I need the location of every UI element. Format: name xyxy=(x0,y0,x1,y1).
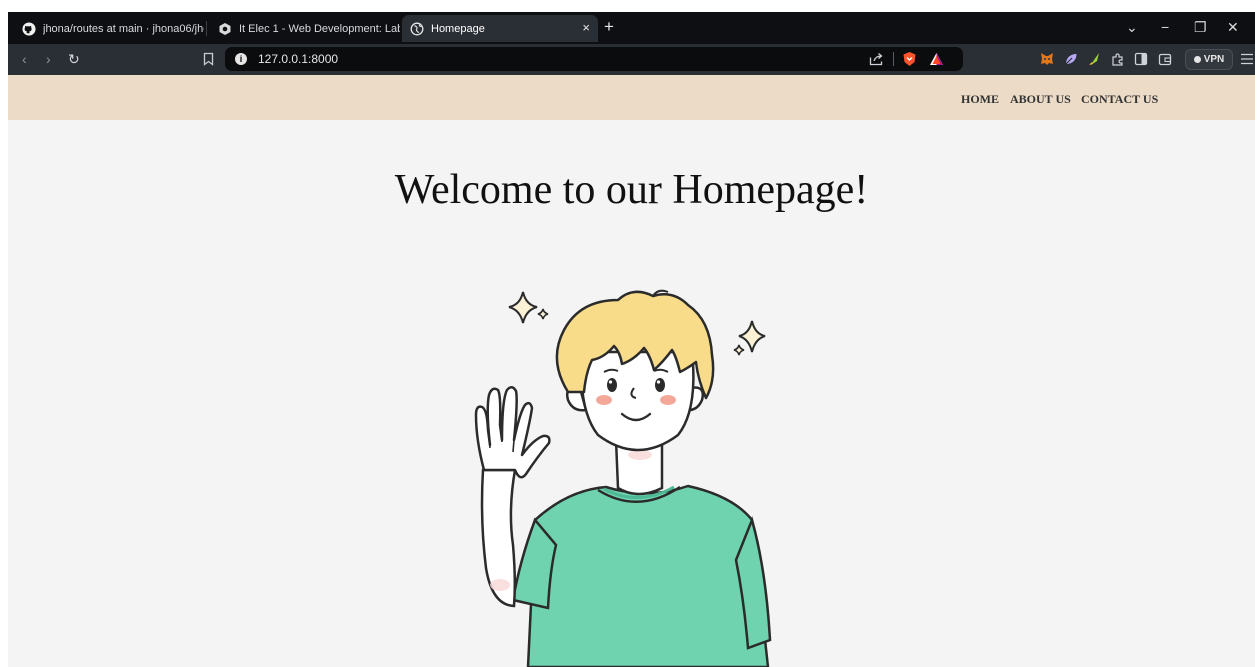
info-icon[interactable]: i xyxy=(235,53,247,65)
rocket-extension-icon[interactable] xyxy=(1088,52,1102,66)
vpn-label: VPN xyxy=(1203,54,1225,65)
menu-icon[interactable] xyxy=(1240,52,1254,70)
bookmark-icon[interactable] xyxy=(203,52,214,71)
sparkle-icon xyxy=(733,344,745,356)
wallet-icon[interactable] xyxy=(1158,52,1172,66)
globe-icon xyxy=(410,22,424,36)
restore-icon[interactable]: ❐ xyxy=(1194,19,1207,35)
tab-github[interactable]: jhona/routes at main · jhona06/jhor xyxy=(14,15,204,42)
tab-strip: jhona/routes at main · jhona06/jhor It E… xyxy=(8,12,1255,44)
leaf-extension-icon[interactable] xyxy=(1064,52,1078,66)
back-icon[interactable]: ‹ xyxy=(22,51,27,67)
sidebar-icon[interactable] xyxy=(1134,52,1148,66)
cheek-blush xyxy=(596,395,612,405)
url-divider xyxy=(893,52,894,66)
cheek-blush xyxy=(660,395,676,405)
url-text[interactable]: 127.0.0.1:8000 xyxy=(258,52,338,66)
tab-title: jhona/routes at main · jhona06/jhor xyxy=(43,22,204,35)
nav-about-link[interactable]: ABOUT US xyxy=(1010,92,1071,107)
vpn-status-icon xyxy=(1193,56,1201,63)
address-bar[interactable]: i 127.0.0.1:8000 xyxy=(225,47,963,71)
sparkle-icon xyxy=(738,320,766,353)
extensions-puzzle-icon[interactable] xyxy=(1111,52,1125,66)
nav-contact-link[interactable]: CONTACT US xyxy=(1081,92,1158,107)
new-tab-button[interactable]: + xyxy=(604,18,614,36)
vpn-button[interactable]: VPN xyxy=(1185,49,1233,70)
site-icon xyxy=(218,22,232,36)
metamask-icon[interactable] xyxy=(1040,52,1054,66)
browser-toolbar: ‹ › ↻ i 127.0.0.1:8000 VPN xyxy=(8,44,1255,75)
waving-boy-illustration xyxy=(474,289,772,667)
brave-shield-icon[interactable] xyxy=(902,51,917,72)
waving-hand-shape xyxy=(474,386,551,479)
page-title: Welcome to our Homepage! xyxy=(394,167,869,213)
github-icon xyxy=(22,21,36,36)
close-tab-icon[interactable]: × xyxy=(582,21,590,35)
tab-search-icon[interactable]: ⌄ xyxy=(1126,19,1138,35)
forward-icon[interactable]: › xyxy=(46,51,51,67)
reload-icon[interactable]: ↻ xyxy=(68,51,80,67)
page-viewport: HOME ABOUT US CONTACT US Welcome to our … xyxy=(8,75,1255,667)
share-icon[interactable] xyxy=(869,52,883,71)
tab-lab2[interactable]: It Elec 1 - Web Development: Lab 2 xyxy=(210,15,400,42)
brave-rewards-icon[interactable] xyxy=(929,52,944,71)
eye-shape xyxy=(607,378,617,392)
shirt-shape xyxy=(526,484,770,667)
minimize-icon[interactable]: − xyxy=(1161,19,1169,35)
tab-title: It Elec 1 - Web Development: Lab 2 xyxy=(239,22,400,35)
sparkle-icon xyxy=(537,308,549,320)
tab-title: Homepage xyxy=(431,22,485,35)
eye-shape xyxy=(655,378,665,392)
tab-homepage[interactable]: Homepage × xyxy=(402,15,598,42)
sparkle-icon xyxy=(508,291,538,324)
browser-window: jhona/routes at main · jhona06/jhor It E… xyxy=(0,0,1255,667)
site-navbar: HOME ABOUT US CONTACT US xyxy=(8,75,1255,120)
tab-divider xyxy=(206,21,207,36)
close-window-icon[interactable]: ✕ xyxy=(1227,19,1239,35)
nav-home-link[interactable]: HOME xyxy=(961,92,999,107)
